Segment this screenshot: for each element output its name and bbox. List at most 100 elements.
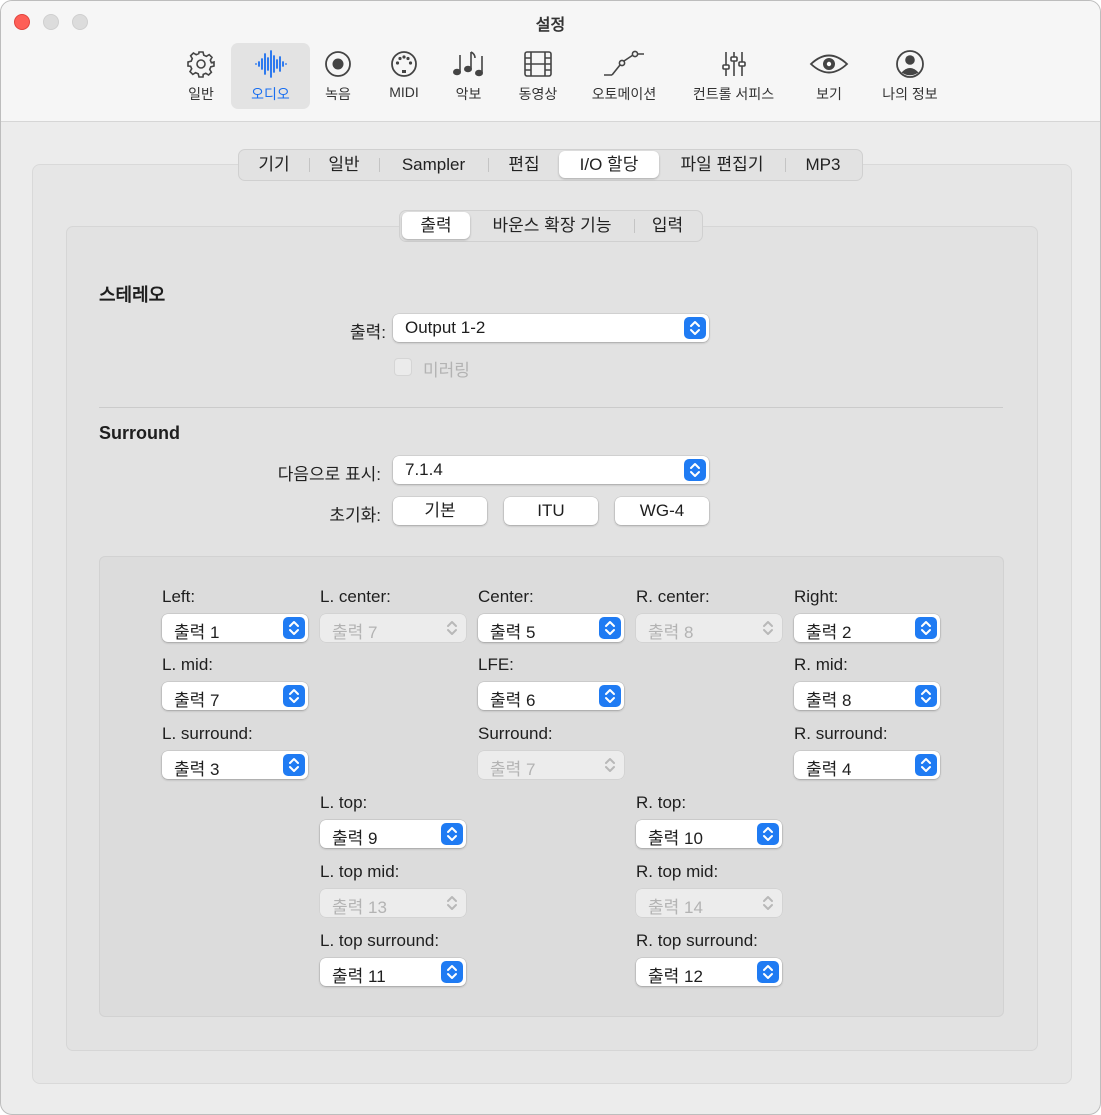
toolbar-item-score[interactable]: 악보 <box>441 43 496 109</box>
tab-devices[interactable]: 기기 <box>239 150 309 180</box>
reset-default-button[interactable]: 기본 <box>393 497 487 525</box>
toolbar-item-label: 일반 <box>188 86 214 102</box>
chevron-updown-icon <box>599 617 621 639</box>
mirroring-label: 미러링 <box>423 361 470 380</box>
toolbar-item-automation[interactable]: 오토메이션 <box>584 43 664 109</box>
toolbar-item-label: 오토메이션 <box>591 86 657 102</box>
io-subtabs: 출력 바운스 확장 기능 입력 <box>399 210 703 242</box>
preferences-tabs: 기기 일반 Sampler 편집 I/O 할당 파일 편집기 MP3 <box>238 149 863 181</box>
chevron-updown-icon <box>684 459 706 481</box>
tab-mp3[interactable]: MP3 <box>786 150 860 180</box>
channel-label-l-surround: L. surround: <box>162 724 253 743</box>
waveform-icon <box>231 49 310 79</box>
popup-value: Output 1-2 <box>405 318 486 337</box>
channel-output-popup-l-top-mid: 출력 13 <box>320 889 466 917</box>
channel-label-r-top-mid: R. top mid: <box>636 862 719 881</box>
popup-value: 출력 2 <box>806 623 852 642</box>
chevron-updown-icon <box>915 754 937 776</box>
toolbar-item-midi[interactable]: MIDI <box>374 43 434 109</box>
channel-output-popup-l-top[interactable]: 출력 9 <box>320 820 466 848</box>
chevron-updown-icon <box>283 617 305 639</box>
toolbar-item-label: 악보 <box>455 86 482 102</box>
toolbar-item-label: MIDI <box>389 84 419 100</box>
toolbar-item-movie[interactable]: 동영상 <box>506 43 570 109</box>
sliders-icon <box>681 49 786 79</box>
stereo-output-popup[interactable]: Output 1-2 <box>393 314 709 342</box>
channel-label-l-top-surround: L. top surround: <box>320 931 440 950</box>
chevron-updown-icon <box>441 961 463 983</box>
popup-value: 출력 10 <box>648 829 703 848</box>
channel-label-r-center: R. center: <box>636 587 710 606</box>
reset-itu-button[interactable]: ITU <box>504 497 598 525</box>
display-as-popup[interactable]: 7.1.4 <box>393 456 709 484</box>
chevron-updown-icon <box>915 617 937 639</box>
channel-output-popup-r-top-surround[interactable]: 출력 12 <box>636 958 782 986</box>
channel-label-center: Center: <box>478 587 534 606</box>
popup-value: 출력 8 <box>806 691 852 710</box>
channel-output-popup-lfe[interactable]: 출력 6 <box>478 682 624 710</box>
chevron-updown-icon <box>684 317 706 339</box>
channel-label-surround: Surround: <box>478 724 553 743</box>
chevron-updown-icon <box>441 823 463 845</box>
channel-output-popup-l-surround[interactable]: 출력 3 <box>162 751 308 779</box>
channel-output-popup-center[interactable]: 출력 5 <box>478 614 624 642</box>
subtab-bounce-extensions[interactable]: 바운스 확장 기능 <box>471 211 633 241</box>
toolbar-item-record[interactable]: 녹음 <box>313 43 363 109</box>
channel-output-popup-r-mid[interactable]: 출력 8 <box>794 682 940 710</box>
channel-label-r-surround: R. surround: <box>794 724 888 743</box>
popup-value: 출력 3 <box>174 760 220 779</box>
popup-value: 7.1.4 <box>405 460 443 479</box>
popup-value: 출력 9 <box>332 829 378 848</box>
toolbar-item-general[interactable]: 일반 <box>171 43 231 109</box>
toolbar-item-label: 보기 <box>816 86 842 102</box>
channel-output-popup-left[interactable]: 출력 1 <box>162 614 308 642</box>
display-as-label: 다음으로 표시: <box>277 465 381 484</box>
person-circle-icon <box>871 49 949 79</box>
chevron-updown-icon <box>599 754 621 776</box>
popup-value: 출력 1 <box>174 623 220 642</box>
toolbar-item-label: 오디오 <box>251 86 290 102</box>
channel-output-popup-r-top-mid: 출력 14 <box>636 889 782 917</box>
tab-general[interactable]: 일반 <box>310 150 378 180</box>
channel-output-popup-right[interactable]: 출력 2 <box>794 614 940 642</box>
subtab-output[interactable]: 출력 <box>402 212 470 239</box>
popup-value: 출력 8 <box>648 623 694 642</box>
title-bar: 설정 일반 오디오 녹음 MIDI 악보 동영상 오토메이션 컨트롤 서피스 보… <box>1 1 1100 122</box>
tab-sampler[interactable]: Sampler <box>380 150 487 180</box>
subtab-input[interactable]: 입력 <box>635 211 700 241</box>
chevron-updown-icon <box>757 892 779 914</box>
mirroring-checkbox[interactable] <box>394 358 412 376</box>
settings-window: 설정 일반 오디오 녹음 MIDI 악보 동영상 오토메이션 컨트롤 서피스 보… <box>0 0 1101 1115</box>
toolbar-item-label: 나의 정보 <box>882 86 938 102</box>
channel-label-r-top: R. top: <box>636 793 687 812</box>
toolbar-item-audio[interactable]: 오디오 <box>231 43 310 109</box>
channel-output-popup-l-mid[interactable]: 출력 7 <box>162 682 308 710</box>
reset-wg4-button[interactable]: WG-4 <box>615 497 709 525</box>
chevron-updown-icon <box>599 685 621 707</box>
popup-value: 출력 11 <box>332 967 386 986</box>
reset-label: 초기화: <box>329 506 381 525</box>
channel-output-popup-l-top-surround[interactable]: 출력 11 <box>320 958 466 986</box>
tab-io-assignments[interactable]: I/O 할당 <box>559 151 659 178</box>
chevron-updown-icon <box>757 961 779 983</box>
tab-file-editor[interactable]: 파일 편집기 <box>660 150 784 180</box>
tab-editing[interactable]: 편집 <box>489 150 559 180</box>
popup-value: 출력 7 <box>490 760 536 779</box>
channel-label-l-top-mid: L. top mid: <box>320 862 400 881</box>
channel-output-popup-r-surround[interactable]: 출력 4 <box>794 751 940 779</box>
channel-label-r-top-surround: R. top surround: <box>636 931 758 950</box>
channel-output-popup-surround: 출력 7 <box>478 751 624 779</box>
stereo-output-label: 출력: <box>349 323 386 342</box>
channel-label-l-mid: L. mid: <box>162 655 214 674</box>
channel-label-lfe: LFE: <box>478 655 514 674</box>
toolbar-item-my-info[interactable]: 나의 정보 <box>871 43 949 109</box>
channel-label-l-center: L. center: <box>320 587 391 606</box>
chevron-updown-icon <box>757 617 779 639</box>
midi-port-icon <box>374 49 434 79</box>
music-notes-icon <box>441 49 496 79</box>
record-icon <box>313 49 363 79</box>
toolbar-item-view[interactable]: 보기 <box>801 43 857 109</box>
toolbar-item-control-surfaces[interactable]: 컨트롤 서피스 <box>681 43 786 109</box>
channel-output-popup-r-top[interactable]: 출력 10 <box>636 820 782 848</box>
chevron-updown-icon <box>441 892 463 914</box>
